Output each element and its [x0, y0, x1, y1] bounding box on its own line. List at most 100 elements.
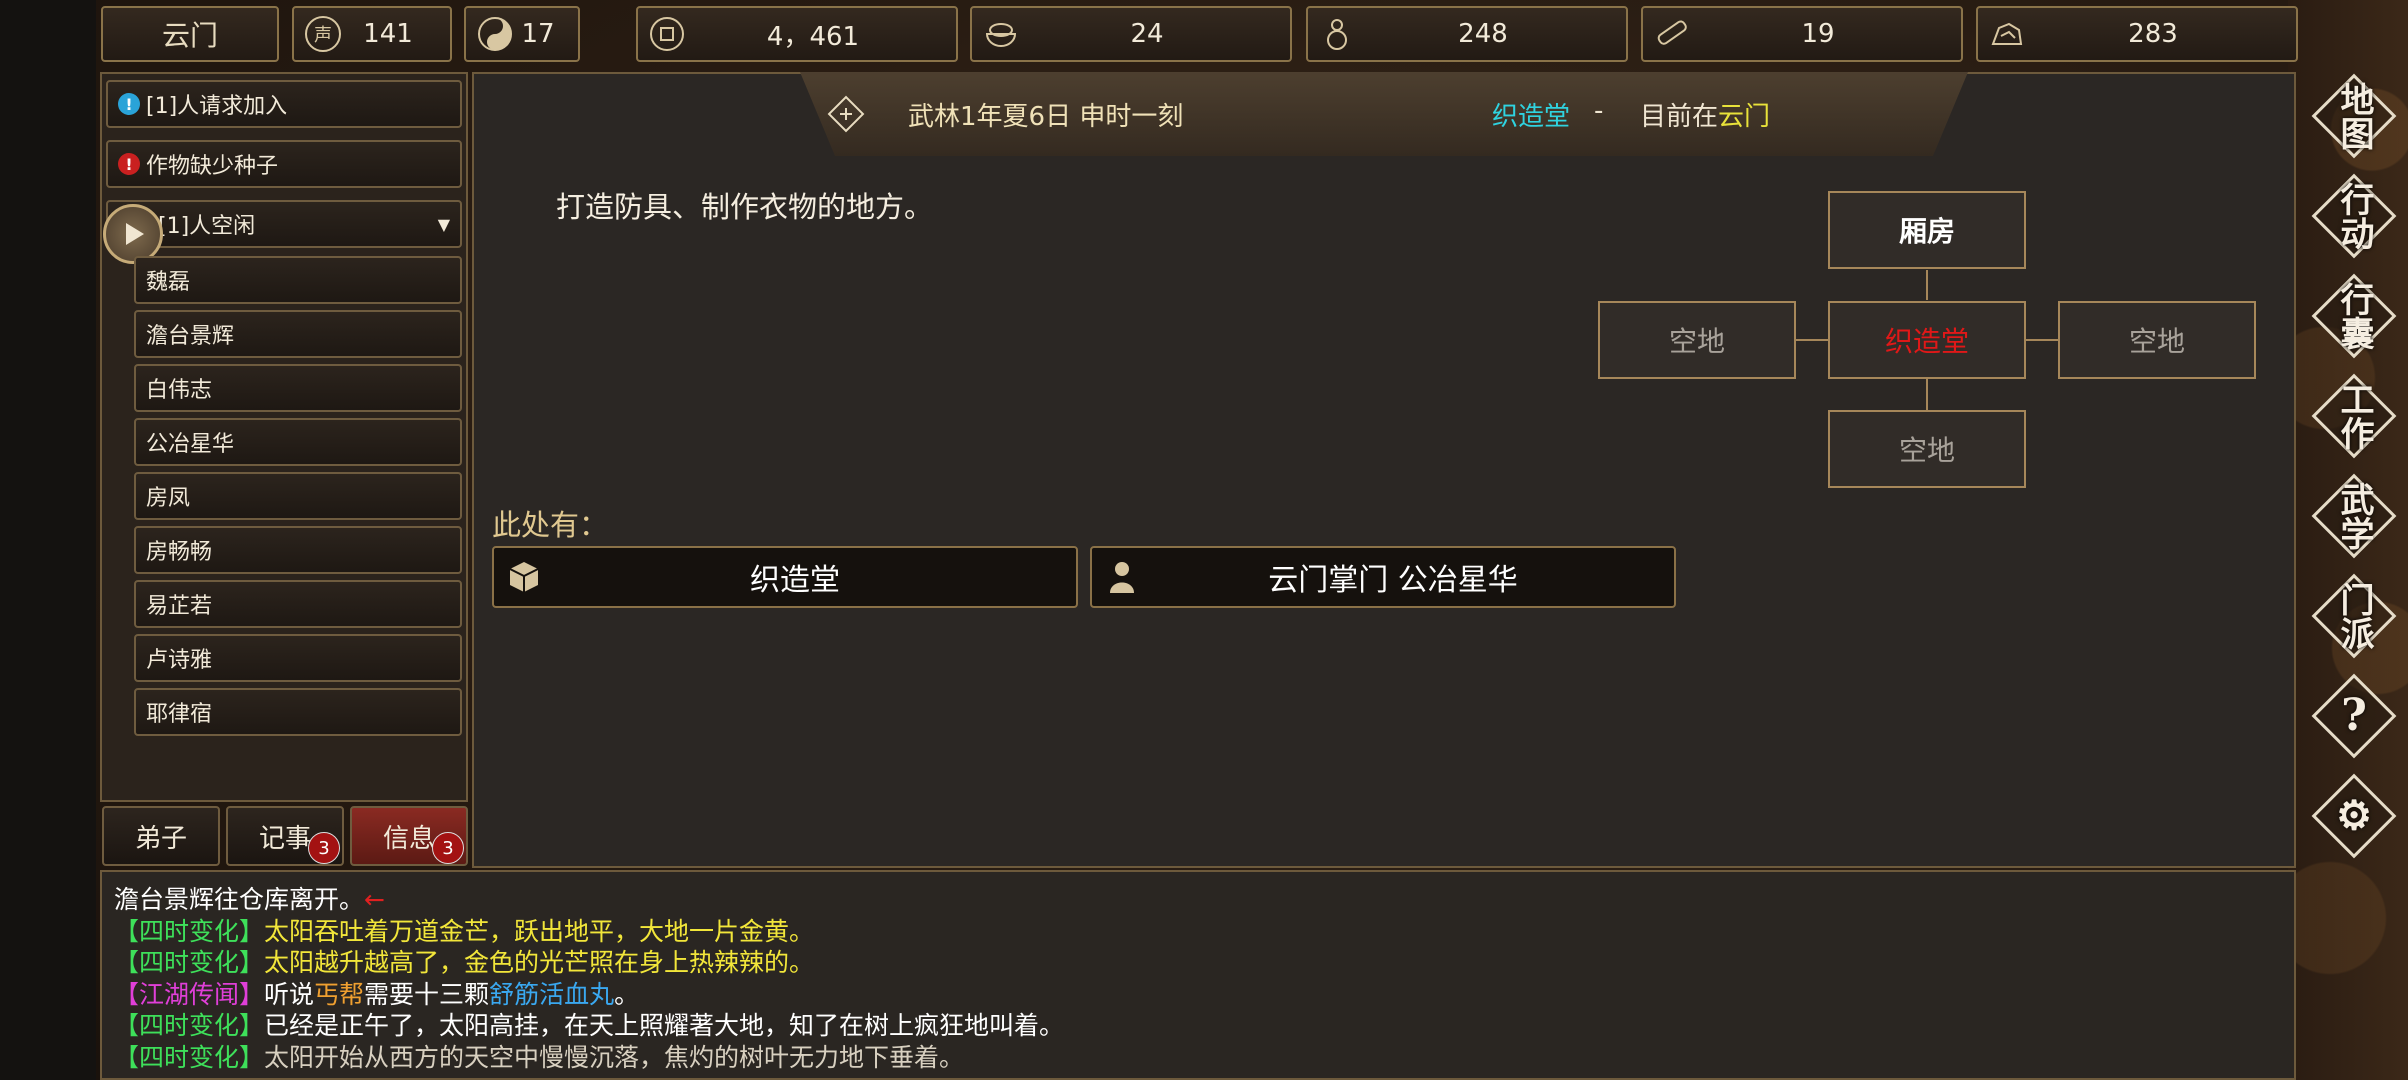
log-segment: 已经是正午了，太阳高挂，在天上照耀著大地，知了在树上疯狂地叫着。 — [264, 1011, 1065, 1040]
resource-value: 248 — [1458, 19, 1508, 49]
log-segment: 【江湖传闻】 — [114, 979, 265, 1009]
tab-label: 记事 — [258, 823, 311, 854]
menu-label: 武学 — [2334, 482, 2374, 550]
log-segment: 需要十三颗 — [364, 979, 490, 1009]
log-segment: 【四时变化】 — [114, 1042, 265, 1072]
disciple-name: 房畅畅 — [146, 540, 213, 565]
alert-join-request[interactable]: ! [1]人请求加入 — [106, 80, 462, 128]
header-separator: - — [1594, 96, 1604, 126]
map-connector — [1796, 339, 1830, 341]
object-building[interactable]: 织造堂 — [492, 546, 1078, 608]
martial-arts-button[interactable]: 武学 — [2310, 472, 2398, 560]
dropdown-arrow-icon: ▼ — [437, 214, 450, 234]
list-item[interactable]: 澹台景辉 — [134, 310, 462, 358]
tab-journal[interactable]: 记事 3 — [226, 806, 344, 866]
compass-icon — [826, 94, 866, 138]
map-room-current[interactable]: 织造堂 — [1828, 301, 2026, 379]
tab-label: 弟子 — [134, 823, 187, 854]
map-button[interactable]: 地图 — [2310, 72, 2398, 160]
resource-money[interactable]: 4，461 — [636, 6, 958, 62]
reputation-icon: 声 — [300, 11, 346, 57]
person-icon — [1092, 559, 1152, 595]
disciple-name: 澹台景辉 — [146, 324, 235, 349]
object-label: 云门掌门 公冶星华 — [1268, 563, 1518, 598]
header-location: 云门 — [1718, 102, 1771, 132]
resource-food[interactable]: 24 — [970, 6, 1292, 62]
map-room-east[interactable]: 空地 — [2058, 301, 2256, 379]
help-icon: ? — [2341, 690, 2367, 741]
yinyang-icon — [472, 11, 518, 57]
disciple-name: 易芷若 — [146, 594, 213, 619]
list-item[interactable]: 房凤 — [134, 472, 462, 520]
ore-icon — [1984, 11, 2030, 57]
map-room-label: 空地 — [1668, 325, 1725, 358]
log-segment: 【四时变化】 — [114, 1011, 265, 1040]
alert-label: [1]人请求加入 — [146, 94, 288, 119]
disciple-name: 卢诗雅 — [146, 648, 213, 673]
log-segment: 丐帮 — [314, 979, 365, 1009]
resource-wood[interactable]: 19 — [1641, 6, 1963, 62]
list-item[interactable]: 耶律宿 — [134, 688, 462, 736]
here-label: 此处有： — [492, 508, 609, 542]
game-date: 武林1年夏6日 申时一刻 — [908, 102, 1184, 132]
map-connector — [1926, 378, 1928, 412]
resource-value: 24 — [1130, 19, 1164, 49]
list-item[interactable]: 白伟志 — [134, 364, 462, 412]
tab-messages[interactable]: 信息 3 — [350, 806, 468, 866]
menu-label: 行囊 — [2334, 282, 2374, 350]
map-room-label: 织造堂 — [1884, 325, 1969, 358]
map-room-south[interactable]: 空地 — [1828, 410, 2026, 488]
map-room-label: 空地 — [2128, 325, 2185, 358]
list-item[interactable]: 易芷若 — [134, 580, 462, 628]
gear-icon: ⚙ — [2336, 792, 2372, 839]
tab-disciples[interactable]: 弟子 — [102, 806, 220, 866]
sect-button[interactable]: 门派 — [2310, 572, 2398, 660]
inventory-button[interactable]: 行囊 — [2310, 272, 2398, 360]
idle-label: [1]人空闲 — [158, 214, 256, 239]
map-connector — [1926, 270, 1928, 300]
list-item[interactable]: 卢诗雅 — [134, 634, 462, 682]
gourd-icon — [1314, 11, 1360, 57]
food-bowl-icon — [978, 11, 1024, 57]
map-room-north[interactable]: 厢房 — [1828, 191, 2026, 269]
resource-ore[interactable]: 283 — [1976, 6, 2298, 62]
location-name: 云门 — [161, 19, 218, 52]
settings-button[interactable]: ⚙ — [2310, 772, 2398, 860]
help-button[interactable]: ? — [2310, 672, 2398, 760]
play-icon[interactable] — [103, 204, 163, 264]
coin-icon — [644, 11, 690, 57]
resource-reputation[interactable]: 声 141 — [292, 6, 452, 62]
disciple-name: 公冶星华 — [146, 432, 235, 457]
disciple-name: 房凤 — [146, 486, 191, 511]
box-icon — [494, 559, 554, 595]
list-item[interactable]: 魏磊 — [134, 256, 462, 304]
object-label: 织造堂 — [750, 563, 840, 598]
resource-value: 17 — [521, 19, 555, 49]
menu-label: 地图 — [2334, 82, 2374, 150]
warning-icon: ! — [118, 153, 140, 175]
alert-missing-seeds[interactable]: ! 作物缺少种子 — [106, 140, 462, 188]
disciple-name: 白伟志 — [146, 378, 213, 403]
log-segment: 太阳开始从西方的天空中慢慢沉落，焦灼的树叶无力地下垂着。 — [264, 1042, 965, 1072]
menu-label: 行动 — [2334, 182, 2374, 250]
resource-medicine[interactable]: 248 — [1306, 6, 1628, 62]
log-segment: 【四时变化】 — [114, 916, 265, 946]
work-button[interactable]: 工作 — [2310, 372, 2398, 460]
resource-value: 141 — [363, 19, 413, 49]
location-display[interactable]: 云门 — [101, 6, 279, 62]
resource-yinyang[interactable]: 17 — [464, 6, 580, 62]
object-npc[interactable]: 云门掌门 公冶星华 — [1090, 546, 1676, 608]
list-item[interactable]: 房畅畅 — [134, 526, 462, 574]
header-location-prefix: 目前在 — [1640, 102, 1719, 132]
log-segment: ← — [364, 885, 385, 914]
list-item[interactable]: 公冶星华 — [134, 418, 462, 466]
log-segment: 。 — [614, 979, 640, 1009]
map-room-west[interactable]: 空地 — [1598, 301, 1796, 379]
disciple-name: 魏磊 — [146, 270, 191, 295]
log-segment: 听说 — [264, 979, 315, 1009]
resource-value: 19 — [1801, 19, 1835, 49]
log-segment: 太阳吞吐着万道金芒，跃出地平，大地一片金黄。 — [264, 916, 815, 946]
map-connector — [2026, 339, 2060, 341]
alert-label: 作物缺少种子 — [146, 154, 279, 179]
action-button[interactable]: 行动 — [2310, 172, 2398, 260]
